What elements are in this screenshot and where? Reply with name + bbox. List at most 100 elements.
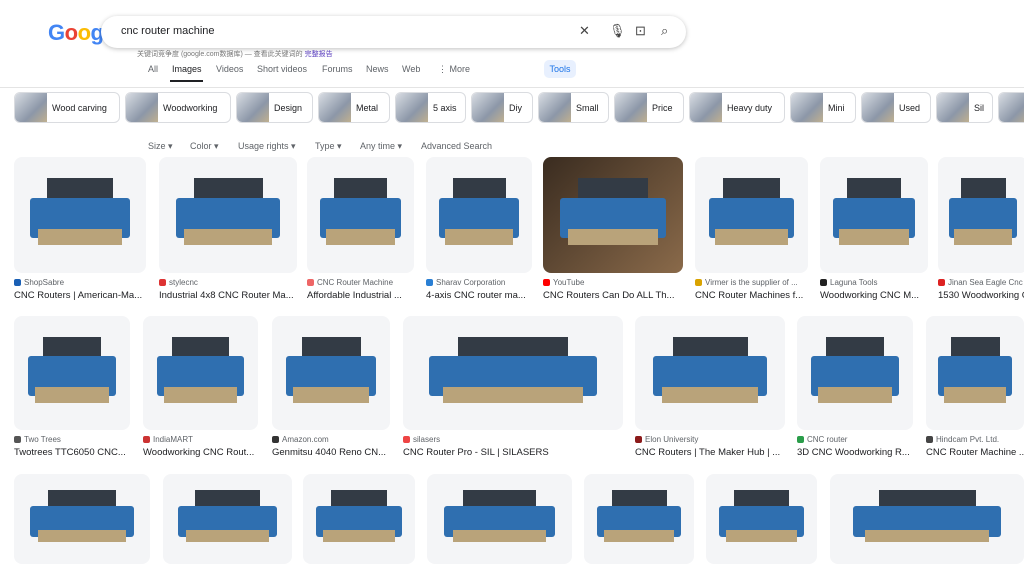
chip-thumbnail [690, 93, 722, 122]
image-result[interactable] [584, 474, 694, 564]
tab-web[interactable]: Web [402, 64, 420, 74]
image-result[interactable] [706, 474, 817, 564]
tab-images[interactable]: Images [172, 64, 202, 74]
search-input[interactable]: cnc router machine [121, 25, 215, 37]
header-divider [0, 87, 1024, 88]
chip-diy[interactable]: Diy [471, 92, 533, 123]
image-result[interactable] [635, 316, 785, 430]
chip-heavy-duty[interactable]: Heavy duty [689, 92, 785, 123]
image-result[interactable] [272, 316, 390, 430]
chip-label: Sil [974, 103, 985, 113]
result-title[interactable]: CNC Routers Can Do ALL Th... [543, 290, 693, 301]
result-title[interactable]: 3D CNC Woodworking R... [797, 447, 923, 458]
favicon-icon [143, 436, 150, 443]
result-source[interactable]: Laguna Tools [820, 278, 936, 287]
result-title[interactable]: Industrial 4x8 CNC Router Ma... [159, 290, 307, 301]
result-source[interactable]: IndiaMART [143, 435, 266, 444]
result-source[interactable]: silasers [403, 435, 631, 444]
result-title[interactable]: CNC Routers | The Maker Hub | ... [635, 447, 795, 458]
result-title[interactable]: 1530 Woodworking CNC [938, 290, 1024, 301]
chip-design[interactable]: Design [236, 92, 313, 123]
chip-label: Metal [356, 103, 379, 113]
result-source[interactable]: Amazon.com [272, 435, 398, 444]
chip-used[interactable]: Used [861, 92, 931, 123]
chip-sil[interactable]: Sil [936, 92, 993, 123]
image-result[interactable] [159, 157, 297, 273]
result-title[interactable]: Genmitsu 4040 Reno CN... [272, 447, 400, 458]
chip-small[interactable]: Small [538, 92, 609, 123]
tab-all[interactable]: All [148, 64, 158, 74]
tab-forums[interactable]: Forums [322, 64, 353, 74]
image-result[interactable] [695, 157, 808, 273]
result-source[interactable]: Hindcam Pvt. Ltd. [926, 435, 1024, 444]
source-name: silasers [413, 435, 441, 444]
filter-4[interactable]: Any time ▾ [360, 141, 402, 152]
tab-videos[interactable]: Videos [216, 64, 243, 74]
search-icon[interactable]: ⌕ [661, 23, 668, 39]
result-source[interactable]: ShopSabre [14, 278, 154, 287]
result-title[interactable]: CNC Router Pro - SIL | SILASERS [403, 447, 633, 458]
result-source[interactable]: Elon University [635, 435, 793, 444]
favicon-icon [272, 436, 279, 443]
image-result[interactable] [820, 157, 928, 273]
chip-price[interactable]: Price [614, 92, 684, 123]
source-name: Jinan Sea Eagle Cnc [948, 278, 1023, 287]
image-result[interactable] [427, 474, 572, 564]
machine-bed [943, 386, 1007, 403]
result-source[interactable]: YouTube [543, 278, 691, 287]
image-result[interactable] [143, 316, 258, 430]
image-result[interactable] [926, 316, 1024, 430]
report-link[interactable]: 完整报告 [305, 51, 333, 58]
image-result[interactable] [303, 474, 415, 564]
image-result[interactable] [14, 157, 146, 273]
result-title[interactable]: CNC Router Machine ... [926, 447, 1024, 458]
chip-wood-carving[interactable]: Wood carving [14, 92, 120, 123]
chip-thumbnail [615, 93, 647, 122]
result-title[interactable]: Woodworking CNC M... [820, 290, 938, 301]
machine-bed [183, 228, 273, 246]
filter-3[interactable]: Type ▾ [315, 141, 342, 152]
image-result[interactable] [543, 157, 683, 273]
filter-0[interactable]: Size ▾ [148, 141, 173, 152]
result-title[interactable]: Woodworking CNC Rout... [143, 447, 268, 458]
image-result[interactable] [426, 157, 532, 273]
favicon-icon [14, 436, 21, 443]
filter-2[interactable]: Usage rights ▾ [238, 141, 296, 152]
result-source[interactable]: stylecnc [159, 278, 305, 287]
tab-news[interactable]: News [366, 64, 389, 74]
result-source[interactable]: Jinan Sea Eagle Cnc [938, 278, 1024, 287]
image-result[interactable] [163, 474, 292, 564]
clear-icon[interactable]: ✕ [579, 23, 590, 39]
tools-button[interactable]: Tools [544, 60, 576, 78]
result-title[interactable]: Twotrees TTC6050 CNC... [14, 447, 140, 458]
result-title[interactable]: CNC Routers | American-Ma... [14, 290, 156, 301]
image-result[interactable] [307, 157, 414, 273]
image-result[interactable] [14, 474, 150, 564]
chip-mini[interactable]: Mini [790, 92, 856, 123]
tab-more[interactable]: ⋮ More [438, 64, 470, 75]
image-result[interactable] [830, 474, 1024, 564]
image-result[interactable] [797, 316, 913, 430]
filter-5[interactable]: Advanced Search [421, 141, 492, 151]
image-result[interactable] [403, 316, 623, 430]
result-title[interactable]: 4-axis CNC router ma... [426, 290, 542, 301]
result-source[interactable]: Sharav Corporation [426, 278, 540, 287]
result-source[interactable]: CNC router [797, 435, 921, 444]
lens-icon[interactable]: ⊡ [635, 23, 646, 39]
machine-bed [34, 386, 110, 403]
chip-metal[interactable]: Metal [318, 92, 390, 123]
microphone-icon[interactable]: 🎙 [609, 23, 626, 39]
result-title[interactable]: Affordable Industrial ... [307, 290, 424, 301]
search-box[interactable]: cnc router machine ✕ 🎙 ⊡ ⌕ [101, 16, 686, 48]
result-source[interactable]: Two Trees [14, 435, 138, 444]
image-result[interactable] [938, 157, 1024, 273]
result-source[interactable]: CNC Router Machine [307, 278, 422, 287]
result-source[interactable]: Virmer is the supplier of ... [695, 278, 816, 287]
filter-1[interactable]: Color ▾ [190, 141, 219, 152]
tab-shortvideos[interactable]: Short videos [257, 64, 307, 74]
image-result[interactable] [14, 316, 130, 430]
chip-more[interactable] [998, 92, 1024, 123]
chip-5-axis[interactable]: 5 axis [395, 92, 466, 123]
chip-woodworking[interactable]: Woodworking [125, 92, 231, 123]
result-title[interactable]: CNC Router Machines f... [695, 290, 818, 301]
